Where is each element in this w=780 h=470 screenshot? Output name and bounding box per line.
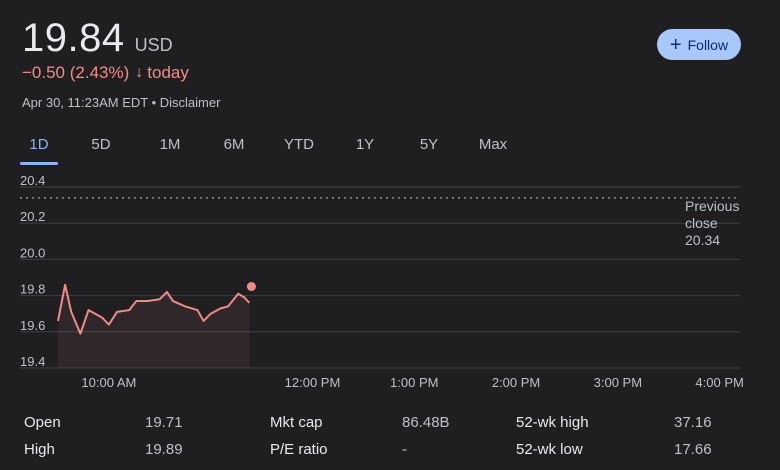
tab-5y[interactable]: 5Y xyxy=(398,128,460,161)
stat-label: Mkt cap xyxy=(270,414,323,431)
y-tick-label: 19.8 xyxy=(20,282,45,297)
stat-value: 37.16 xyxy=(674,414,712,431)
change-period: today xyxy=(147,63,189,82)
previous-close-label: Previous xyxy=(685,198,739,214)
stat-value: - xyxy=(402,441,407,458)
plus-icon: + xyxy=(669,33,682,56)
time-range-tabs: 1D 5D 1M 6M YTD 1Y 5Y Max xyxy=(14,128,526,165)
x-tick-label: 10:00 AM xyxy=(81,375,136,390)
price-chart: 20.4 20.2 20.0 19.8 19.6 19.4 Previousclose20.… xyxy=(20,175,744,390)
currency-label: USD xyxy=(134,35,173,55)
series-area xyxy=(58,284,250,368)
tab-1d[interactable]: 1D xyxy=(14,128,64,165)
y-tick-label: 19.4 xyxy=(20,354,45,369)
x-tick-label: 4:00 PM xyxy=(695,375,743,390)
tab-max[interactable]: Max xyxy=(460,128,526,161)
y-tick-label: 20.4 xyxy=(20,175,45,188)
tab-1y[interactable]: 1Y xyxy=(332,128,398,161)
stat-label: Open xyxy=(24,414,61,431)
x-tick-label: 2:00 PM xyxy=(492,375,540,390)
stat-label: High xyxy=(24,441,55,458)
follow-button[interactable]: + Follow xyxy=(657,29,741,60)
price-row: 19.84 USD xyxy=(22,16,173,61)
price-change: −0.50 (2.43%) ↓ today xyxy=(22,63,189,83)
stat-value: 17.66 xyxy=(674,441,712,458)
tab-5d[interactable]: 5D xyxy=(64,128,138,161)
y-tick-label: 20.2 xyxy=(20,209,45,224)
stat-value: 86.48B xyxy=(402,414,450,431)
stat-value: 19.71 xyxy=(145,414,183,431)
last-price-point xyxy=(246,282,256,292)
stat-value: 19.89 xyxy=(145,441,183,458)
stat-label: 52-wk low xyxy=(516,441,583,458)
previous-close-label: 20.34 xyxy=(685,232,720,248)
stat-label: P/E ratio xyxy=(270,441,328,458)
y-tick-label: 19.6 xyxy=(20,318,45,333)
down-arrow-icon: ↓ xyxy=(135,64,144,81)
timestamp-disclaimer[interactable]: Apr 30, 11:23AM EDT • Disclaimer xyxy=(22,95,220,110)
tab-6m[interactable]: 6M xyxy=(202,128,266,161)
x-tick-label: 3:00 PM xyxy=(594,375,642,390)
x-tick-label: 1:00 PM xyxy=(390,375,438,390)
y-tick-label: 20.0 xyxy=(20,245,45,260)
change-value: −0.50 (2.43%) xyxy=(22,63,130,82)
follow-label: Follow xyxy=(687,36,729,53)
previous-close-label: close xyxy=(685,215,718,231)
stat-label: 52-wk high xyxy=(516,414,589,431)
tab-1m[interactable]: 1M xyxy=(138,128,202,161)
tab-ytd[interactable]: YTD xyxy=(266,128,332,161)
stock-price: 19.84 xyxy=(22,16,125,60)
x-tick-label: 12:00 PM xyxy=(285,375,341,390)
